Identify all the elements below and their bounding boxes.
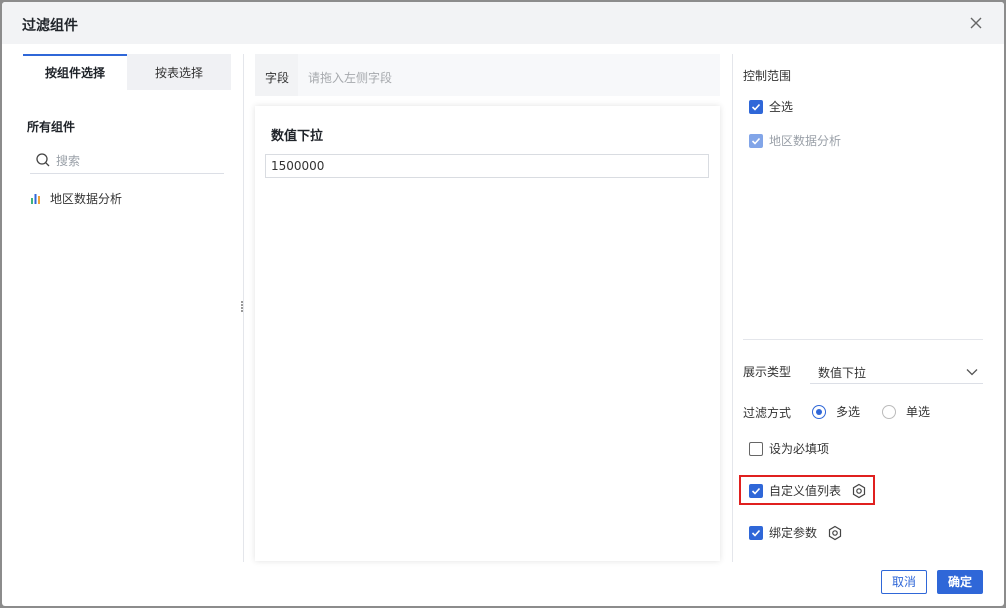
radio-unselected-icon [882,404,896,419]
display-type-label: 展示类型 [743,365,792,379]
close-icon[interactable] [966,13,986,33]
dialog-header: 过滤组件 [2,2,1004,44]
filter-mode-label: 过滤方式 [743,406,792,420]
cancel-button[interactable]: 取消 [881,570,927,594]
checkbox-checked-icon [749,525,763,540]
gear-icon[interactable] [827,525,843,541]
checkbox-unchecked-icon [749,441,763,456]
bar-chart-icon [31,194,40,204]
radio-single-select[interactable]: 单选 [882,403,930,420]
required-label: 设为必填项 [769,442,830,456]
custom-value-list-checkbox[interactable]: 自定义值列表 [749,482,867,499]
checkbox-checked-icon [749,99,763,114]
custom-value-list-label: 自定义值列表 [769,484,842,498]
scope-item-label: 地区数据分析 [769,134,842,148]
selection-tabs: 按组件选择 按表选择 [23,54,231,90]
display-type-select[interactable]: 数值下拉 [810,358,983,384]
chevron-down-icon [966,369,978,376]
all-components-label: 所有组件 [27,120,76,134]
field-drop-zone[interactable]: 请拖入左侧字段 [298,54,720,96]
radio-multi-label: 多选 [836,405,861,419]
bind-parameter-checkbox[interactable]: 绑定参数 [749,524,843,541]
component-search [30,148,224,174]
select-all-checkbox[interactable]: 全选 [749,98,793,115]
field-bar: 字段 请拖入左侧字段 [255,54,720,96]
checkbox-checked-icon [749,133,763,148]
confirm-button[interactable]: 确定 [937,570,983,594]
filter-preview-panel: 数值下拉 1500000 [255,106,720,561]
field-label: 字段 [265,71,290,85]
filter-component-dialog: 过滤组件 按组件选择 按表选择 所有组件 地区数据分析 字段 请拖入左侧字段 数… [2,2,1004,606]
radio-single-label: 单选 [906,405,931,419]
preview-value-dropdown[interactable]: 1500000 [265,154,709,178]
search-input[interactable] [56,151,216,171]
select-all-label: 全选 [769,100,794,114]
gear-icon[interactable] [851,483,867,499]
component-item-region-analysis[interactable]: 地区数据分析 [30,188,122,208]
resize-handle[interactable] [240,300,244,314]
divider-right [732,54,733,562]
radio-selected-icon [812,404,826,419]
tab-by-component[interactable]: 按组件选择 [23,54,127,90]
component-item-label: 地区数据分析 [50,191,123,206]
radio-multi-select[interactable]: 多选 [812,403,860,420]
tab-by-table[interactable]: 按表选择 [127,54,231,90]
field-placeholder: 请拖入左侧字段 [308,71,393,85]
control-scope-label: 控制范围 [743,69,792,83]
dialog-title: 过滤组件 [22,18,78,34]
display-type-value: 数值下拉 [818,366,867,380]
search-icon [36,153,50,167]
preview-title: 数值下拉 [271,129,324,144]
checkbox-checked-icon [749,483,763,498]
required-checkbox[interactable]: 设为必填项 [749,440,829,457]
bind-parameter-label: 绑定参数 [769,526,818,540]
right-divider [743,339,983,340]
scope-item-region-analysis[interactable]: 地区数据分析 [749,132,841,149]
